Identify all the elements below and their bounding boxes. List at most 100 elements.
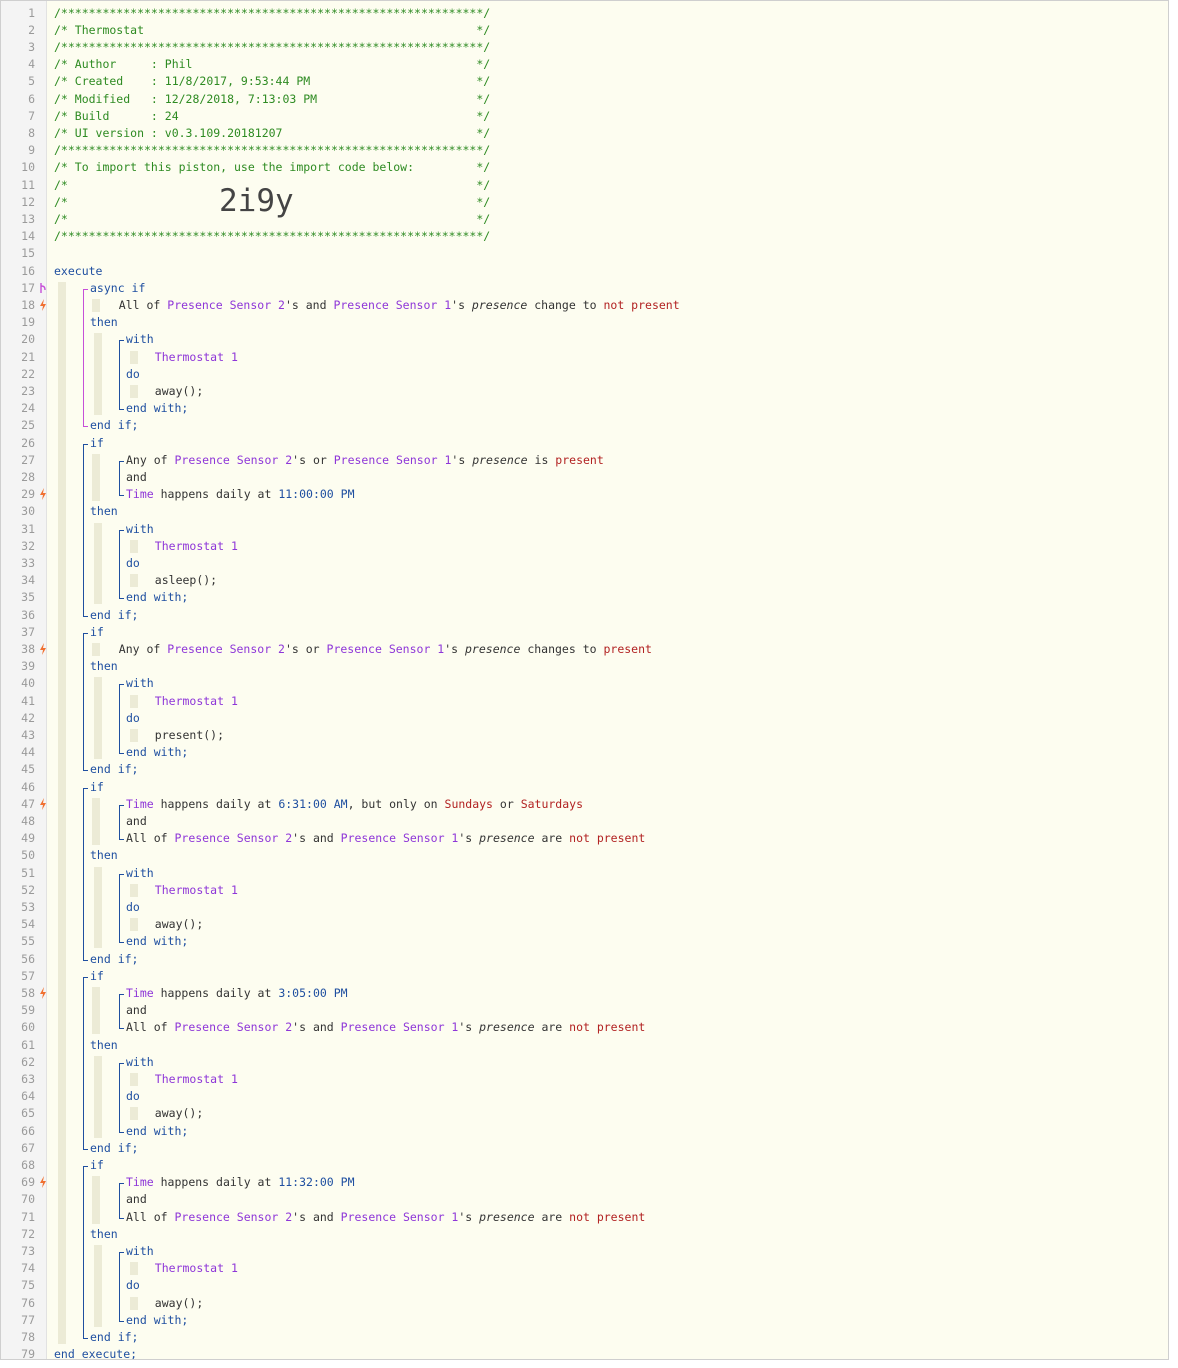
code-line: Thermostat 1	[155, 538, 238, 555]
device-ref[interactable]: Time	[126, 986, 154, 1000]
device-ref[interactable]: Thermostat 1	[155, 883, 238, 897]
comment-text: /***************************************…	[54, 143, 491, 157]
keyword: end if;	[90, 418, 139, 432]
indent-guide	[130, 1107, 138, 1120]
keyword: end with;	[126, 590, 189, 604]
line-number: 24	[21, 401, 35, 415]
line-number: 74	[21, 1261, 35, 1275]
code-line: then	[90, 314, 118, 331]
code-line: do	[126, 1088, 140, 1105]
device-ref[interactable]: Thermostat 1	[155, 539, 238, 553]
device-ref[interactable]: Presence Sensor 2	[167, 642, 285, 656]
block-bracket-tick	[119, 340, 124, 341]
indent-guide	[92, 643, 100, 656]
device-ref[interactable]: Presence Sensor 2	[174, 453, 292, 467]
code-line: /* UI version : v0.3.109.20181207 */	[54, 125, 490, 142]
code-text: and	[126, 470, 147, 484]
line-number: 14	[21, 229, 35, 243]
line-number: 44	[21, 745, 35, 759]
keyword: if	[90, 625, 104, 639]
device-ref[interactable]: Presence Sensor 1	[327, 642, 445, 656]
code-text: present();	[154, 728, 225, 742]
keyword: end with;	[126, 934, 189, 948]
code-text: asleep();	[154, 573, 218, 587]
indent-guide	[130, 1073, 138, 1086]
line-number: 51	[21, 866, 35, 880]
device-ref[interactable]: Time	[126, 487, 154, 501]
line-number: 1	[28, 6, 35, 20]
line-number: 79	[21, 1347, 35, 1360]
device-ref[interactable]: Presence Sensor 1	[341, 831, 459, 845]
keyword: then	[90, 848, 118, 862]
keyword: then	[90, 1227, 118, 1241]
code-line: Any of Presence Sensor 2's or Presence S…	[119, 641, 652, 658]
code-text: presence	[479, 831, 535, 845]
code-text: changes to	[520, 642, 604, 656]
device-ref[interactable]: Time	[126, 1175, 154, 1189]
code-text: , but only on	[347, 797, 445, 811]
device-ref[interactable]: Thermostat 1	[155, 694, 238, 708]
line-number: 31	[21, 522, 35, 536]
code-line: with	[126, 865, 154, 882]
code-text: away();	[154, 1296, 204, 1310]
keyword: end if;	[90, 1330, 139, 1344]
line-number: 71	[21, 1210, 35, 1224]
line-number: 56	[21, 952, 35, 966]
line-number: 2	[28, 23, 35, 37]
device-ref[interactable]: Presence Sensor 2	[174, 1210, 292, 1224]
block-bracket-tick	[119, 753, 124, 754]
code-line: away();	[155, 1295, 203, 1312]
indent-guide	[130, 574, 138, 587]
async-fork-icon	[39, 282, 47, 294]
code-text: 11:00:00 PM	[278, 487, 355, 501]
indent-guide	[130, 540, 138, 553]
indent-guide	[92, 1176, 100, 1224]
code-line: end if;	[90, 951, 138, 968]
device-ref[interactable]: Presence Sensor 1	[341, 1210, 459, 1224]
code-line: execute	[54, 263, 102, 280]
device-ref[interactable]: Thermostat 1	[155, 1072, 238, 1086]
code-text: or	[492, 797, 521, 811]
line-number: 39	[21, 659, 35, 673]
line-number: 11	[21, 178, 35, 192]
device-ref[interactable]: Thermostat 1	[155, 1261, 238, 1275]
line-number: 45	[21, 762, 35, 776]
comment-text: /***************************************…	[54, 6, 491, 20]
code-text: and	[126, 814, 147, 828]
code-line: end with;	[126, 744, 188, 761]
indent-guide	[130, 385, 138, 398]
code-text: happens daily at	[153, 487, 279, 501]
indent-guide	[92, 299, 100, 312]
indent-guide	[94, 523, 102, 604]
code-line: Thermostat 1	[155, 349, 238, 366]
device-ref[interactable]: Presence Sensor 2	[167, 298, 285, 312]
line-number: 20	[21, 332, 35, 346]
device-ref[interactable]: Presence Sensor 2	[174, 1020, 292, 1034]
code-line: /* Modified : 12/28/2018, 7:13:03 PM */	[54, 91, 490, 108]
comment-text: /* Created : 11/8/2017, 9:53:44 PM */	[54, 74, 491, 88]
block-bracket	[83, 1166, 84, 1338]
device-ref[interactable]: Time	[126, 797, 154, 811]
device-ref[interactable]: Presence Sensor 1	[341, 1020, 459, 1034]
code-text: presence	[472, 453, 528, 467]
block-bracket	[119, 874, 120, 942]
keyword: do	[126, 1089, 140, 1103]
device-ref[interactable]: Thermostat 1	[155, 350, 238, 364]
code-line: end with;	[126, 1312, 188, 1329]
code-text: 11:32:00 PM	[278, 1175, 355, 1189]
line-number: 21	[21, 350, 35, 364]
device-ref[interactable]: Presence Sensor 1	[333, 298, 451, 312]
code-line: if	[90, 968, 104, 985]
device-ref[interactable]: Presence Sensor 1	[334, 453, 452, 467]
keyword: end if;	[90, 952, 139, 966]
device-ref[interactable]: Presence Sensor 2	[174, 831, 292, 845]
value-literal: not present	[603, 298, 680, 312]
code-line: with	[126, 1054, 154, 1071]
line-number: 17	[21, 281, 35, 295]
block-bracket-tick	[119, 461, 124, 462]
block-bracket-tick	[119, 839, 124, 840]
code-line: Time happens daily at 3:05:00 PM	[126, 985, 348, 1002]
line-number: 25	[21, 418, 35, 432]
keyword: do	[126, 711, 140, 725]
code-line: and	[126, 1191, 147, 1208]
